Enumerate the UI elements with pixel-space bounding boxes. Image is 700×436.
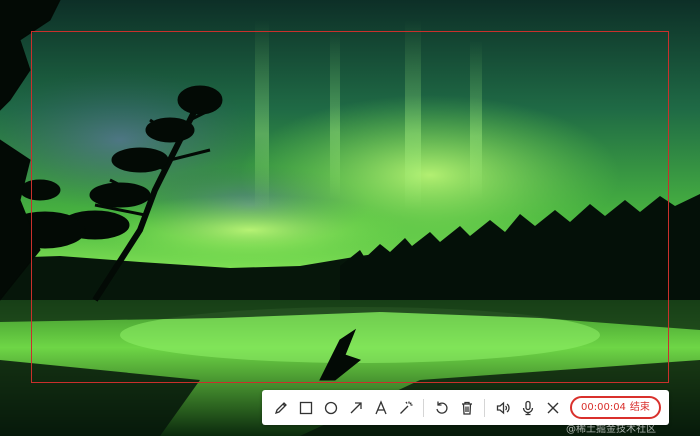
rectangle-tool-button[interactable]	[293, 394, 318, 422]
toolbar-divider	[484, 398, 485, 417]
speaker-toggle-button[interactable]	[490, 394, 515, 422]
magic-wand-icon	[399, 401, 412, 414]
watermark: @稀土掘金技术社区	[566, 424, 656, 435]
text-icon	[374, 399, 387, 414]
arrow-tool-button[interactable]	[343, 394, 368, 422]
undo-icon	[435, 401, 448, 414]
magic-wand-tool-button[interactable]	[393, 394, 418, 422]
circle-icon	[324, 401, 337, 414]
text-tool-button[interactable]	[368, 394, 393, 422]
undo-button[interactable]	[429, 394, 454, 422]
delete-button[interactable]	[454, 394, 479, 422]
screen-recorder-canvas: 00:00:04 结束 @稀土掘金技术社区	[0, 0, 700, 436]
toolbar-divider	[423, 398, 424, 417]
circle-tool-button[interactable]	[318, 394, 343, 422]
microphone-toggle-button[interactable]	[515, 394, 540, 422]
arrow-icon	[350, 401, 362, 413]
recording-timer: 00:00:04	[581, 401, 626, 413]
microphone-icon	[522, 400, 533, 415]
stop-recording-button[interactable]: 00:00:04 结束	[570, 396, 661, 419]
rectangle-icon	[299, 401, 312, 414]
pencil-tool-button[interactable]	[268, 394, 293, 422]
close-button[interactable]	[540, 394, 565, 422]
pencil-icon	[274, 401, 287, 414]
aurora-landscape-photo	[0, 0, 700, 436]
speaker-icon	[496, 401, 510, 414]
close-icon	[547, 402, 558, 413]
trash-icon	[461, 401, 472, 415]
end-recording-label: 结束	[629, 401, 650, 413]
